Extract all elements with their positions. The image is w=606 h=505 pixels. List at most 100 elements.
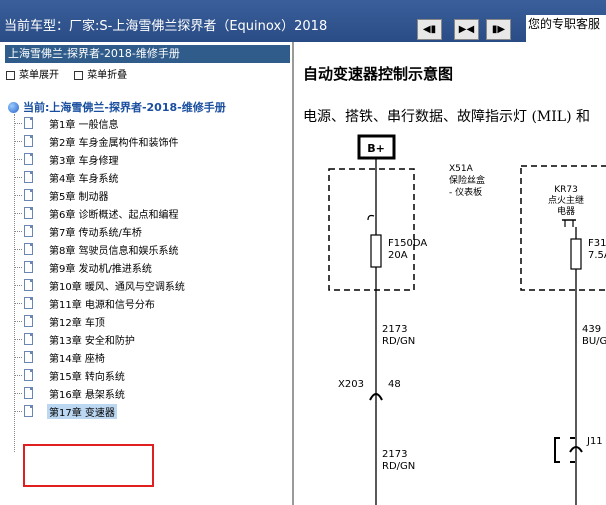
chapter-item[interactable]: 第13章 安全和防护: [14, 330, 274, 348]
battery-label: B+: [367, 142, 385, 155]
tree-branch-line: [14, 267, 22, 268]
document-icon: [24, 225, 33, 237]
globe-icon: [8, 101, 19, 113]
document-icon: [24, 153, 33, 165]
manual-title-bar: 上海雪佛兰-探界者-2018-维修手册: [5, 45, 290, 63]
chapter-item[interactable]: 第16章 悬架系统: [14, 384, 274, 402]
wire1-number: 2173: [382, 324, 407, 335]
document-icon: [24, 261, 33, 273]
tree-branch-line: [14, 159, 22, 160]
chapter-label: 第4章 车身系统: [49, 174, 119, 185]
chapter-item[interactable]: 第8章 驾驶员信息和娱乐系统: [14, 240, 274, 258]
fuse1-rating: 20A: [388, 250, 408, 261]
document-icon: [24, 297, 33, 309]
tree-branch-line: [14, 213, 22, 214]
chapter-label: 第2章 车身金属构件和装饰件: [49, 138, 179, 149]
document-icon: [24, 351, 33, 363]
customer-service-banner[interactable]: 您的专职客服: [526, 15, 606, 42]
tree-branch-line: [14, 141, 22, 142]
top-bar: 当前车型：厂家:S-上海雪佛兰探界者（Equinox）2018 ◀▮ ▶◀ ▮▶…: [0, 0, 606, 42]
chapter-item[interactable]: 第2章 车身金属构件和装饰件: [14, 132, 274, 150]
tree-branch-line: [14, 393, 22, 394]
tree-branch-line: [14, 375, 22, 376]
chapter-item[interactable]: 第12章 车顶: [14, 312, 274, 330]
chapter-item[interactable]: 第14章 座椅: [14, 348, 274, 366]
chapter-label: 第16章 悬架系统: [49, 390, 125, 401]
fuse1-code: F150DA: [388, 238, 427, 249]
chapter-label: 第13章 安全和防护: [49, 336, 135, 347]
chapter-item[interactable]: 第1章 一般信息: [14, 114, 274, 132]
document-icon: [24, 405, 33, 417]
collapse-menu-button[interactable]: 菜单折叠: [74, 70, 127, 81]
tree-root-label: 当前:上海雪佛兰-探界者-2018-维修手册: [23, 101, 226, 114]
document-icon: [24, 135, 33, 147]
split-arrows-icon: ▶◀: [458, 24, 475, 35]
chapter-label: 第10章 暖风、通风与空调系统: [49, 282, 185, 293]
chapter-item[interactable]: 第4章 车身系统: [14, 168, 274, 186]
tree-branch-line: [14, 285, 22, 286]
expand-icon: [6, 70, 15, 80]
chapter-item[interactable]: 第15章 转向系统: [14, 366, 274, 384]
chapter-item[interactable]: 第6章 诊断概述、起点和编程: [14, 204, 274, 222]
chapter-item[interactable]: 第3章 车身修理: [14, 150, 274, 168]
chapter-label: 第3章 车身修理: [49, 156, 119, 167]
fuse-box-outline: [328, 168, 415, 291]
chapter-label: 第17章 变速器: [47, 404, 117, 419]
chapter-item[interactable]: 第7章 传动系统/车桥: [14, 222, 274, 240]
document-icon: [24, 369, 33, 381]
document-icon: [24, 279, 33, 291]
chapter-label: 第7章 传动系统/车桥: [49, 228, 142, 239]
selection-annotation-box: [23, 444, 154, 487]
tree-branch-line: [14, 231, 22, 232]
wire3-color: BU/G: [582, 336, 606, 347]
relay-name-2: 电器: [557, 205, 575, 217]
chapter-label: 第5章 制动器: [49, 192, 109, 203]
tree-branch-line: [14, 339, 22, 340]
expand-menu-button[interactable]: 菜单展开: [6, 70, 59, 81]
collapse-left-button[interactable]: ◀▮: [417, 19, 442, 40]
chapter-item[interactable]: 第11章 电源和信号分布: [14, 294, 274, 312]
chapter-label: 第11章 电源和信号分布: [49, 300, 155, 311]
chapter-item[interactable]: 第10章 暖风、通风与空调系统: [14, 276, 274, 294]
chapter-list: 第1章 一般信息第2章 车身金属构件和装饰件 第3章 车身修理 第4章 车身系统 第5…: [14, 114, 274, 420]
content-pane: 自动变速器控制示意图 电源、搭铁、串行数据、故障指示灯 (MIL) 和 B+ X…: [294, 42, 606, 505]
document-icon: [24, 207, 33, 219]
collapse-icon: [74, 70, 84, 80]
tree-branch-line: [14, 357, 22, 358]
menu-toolbar: 菜单展开 菜单折叠: [6, 66, 139, 81]
relay-code: KR73: [554, 185, 578, 195]
fuse2-code: F31: [588, 238, 606, 249]
collapse-right-button[interactable]: ▮▶: [486, 19, 511, 40]
document-icon: [24, 189, 33, 201]
fuse1-symbol: [370, 234, 382, 268]
wire1-color: RD/GN: [382, 336, 415, 347]
vehicle-label: 当前车型：: [4, 19, 70, 34]
tree-branch-line: [14, 321, 22, 322]
arrow-right-icon: ▮▶: [491, 24, 506, 35]
wiring-schematic: B+ X51A 保险丝盒 - 仪表板 F150DA 20A 2173 RD/GN…: [328, 134, 606, 505]
chapter-label: 第14章 座椅: [49, 354, 105, 365]
document-icon: [24, 117, 33, 129]
tree-root-node[interactable]: 当前:上海雪佛兰-探界者-2018-维修手册: [8, 99, 226, 115]
document-icon: [24, 171, 33, 183]
relay-name-1: 点火主继: [548, 194, 584, 206]
vehicle-value: 厂家:S-上海雪佛兰探界者（Equinox）2018: [69, 19, 328, 34]
sidebar: 上海雪佛兰-探界者-2018-维修手册 菜单展开 菜单折叠 当前:上海雪佛兰-探…: [0, 42, 294, 505]
wire3-number: 439: [582, 324, 601, 335]
split-view-button[interactable]: ▶◀: [454, 19, 479, 40]
tree-branch-line: [14, 411, 22, 412]
chapter-label: 第6章 诊断概述、起点和编程: [49, 210, 179, 221]
document-icon: [24, 315, 33, 327]
tree-branch-line: [14, 303, 22, 304]
connector-pin-label: 48: [388, 379, 401, 390]
chapter-item[interactable]: 第5章 制动器: [14, 186, 274, 204]
tree-branch-line: [14, 195, 22, 196]
wire2-color: RD/GN: [382, 461, 415, 472]
chapter-item[interactable]: 第17章 变速器: [14, 402, 274, 420]
fuse2-symbol: [570, 238, 582, 270]
tree-branch-line: [14, 123, 22, 124]
fuse2-rating: 7.5A: [588, 250, 606, 261]
bus-hook-icon: [367, 214, 375, 221]
expand-label: 菜单展开: [19, 70, 59, 81]
chapter-item[interactable]: 第9章 发动机/推进系统: [14, 258, 274, 276]
